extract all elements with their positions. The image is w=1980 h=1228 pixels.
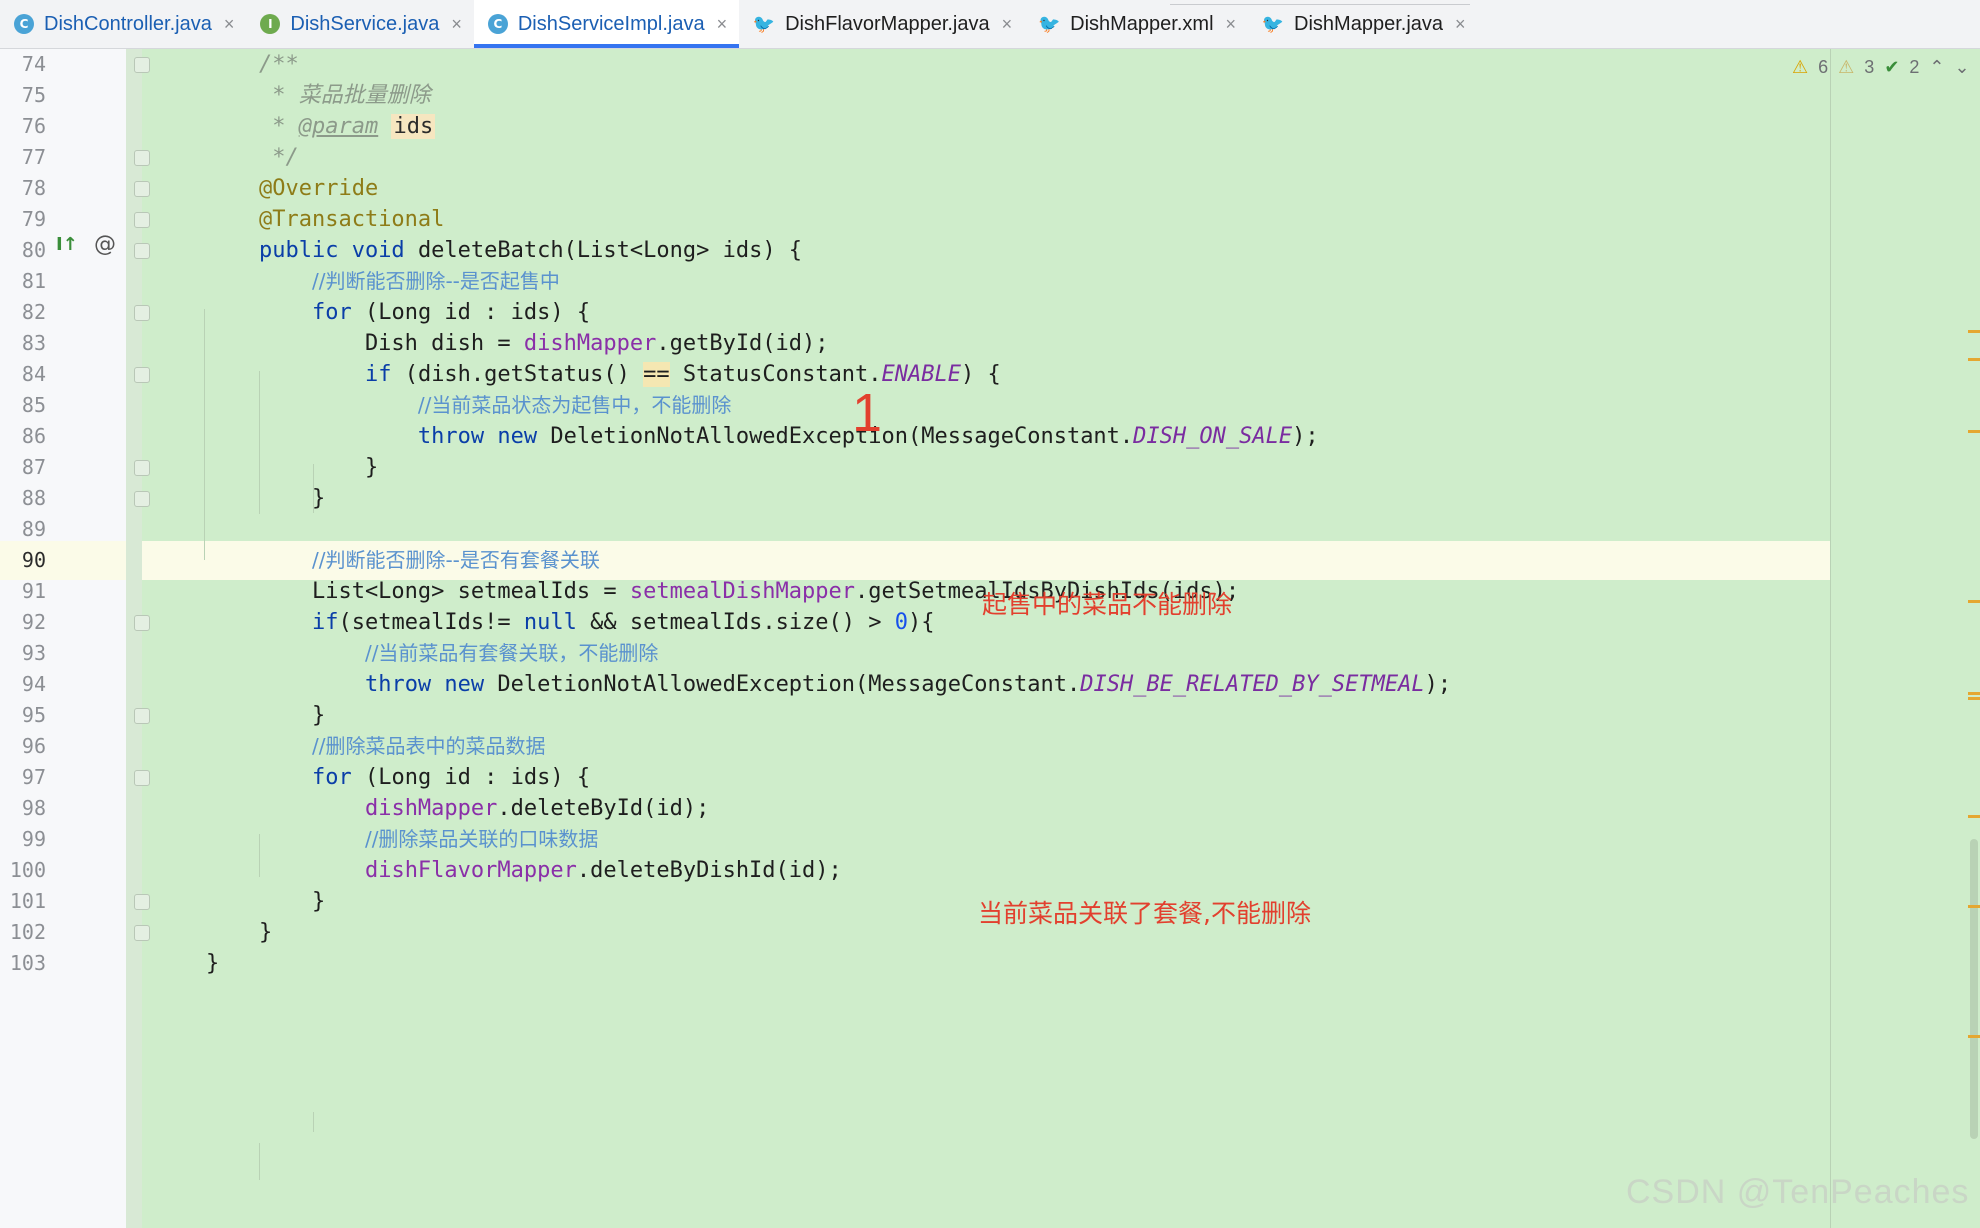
warning-icon: ⚠	[1792, 57, 1809, 77]
inspection-widget[interactable]: ⚠ 6 ⚠ 3 ✔ 2 ⌃ ⌄	[1792, 57, 1970, 78]
tab-dishservice-java[interactable]: I DishService.java ×	[246, 0, 473, 48]
tab-label: DishController.java	[44, 12, 212, 35]
fold-marker-icon[interactable]	[134, 708, 150, 724]
indent-guide	[313, 1112, 314, 1132]
tab-dishmapper-xml[interactable]: 🐦 DishMapper.xml ×	[1024, 0, 1248, 48]
fold-marker-icon[interactable]	[134, 925, 150, 941]
scrollbar-thumb[interactable]	[1970, 839, 1978, 1139]
fold-marker-icon[interactable]	[134, 243, 150, 259]
class-icon: C	[487, 14, 508, 34]
error-stripe-mark[interactable]	[1968, 600, 1980, 603]
weak-warning-icon: ⚠	[1838, 57, 1855, 77]
error-stripe-mark[interactable]	[1968, 815, 1980, 818]
top-divider	[1170, 0, 1470, 5]
tab-label: DishMapper.xml	[1070, 12, 1214, 35]
error-stripe-mark[interactable]	[1968, 430, 1980, 433]
error-stripe-mark[interactable]	[1968, 358, 1980, 361]
close-icon[interactable]: ×	[1455, 14, 1466, 35]
next-highlight-icon[interactable]: ⌄	[1955, 57, 1970, 78]
typo-count[interactable]: 2	[1909, 57, 1919, 78]
code-line[interactable]: }	[206, 479, 325, 518]
close-icon[interactable]: ×	[717, 14, 728, 35]
fold-marker-icon[interactable]	[134, 367, 150, 383]
class-icon: C	[14, 14, 34, 34]
fold-marker-icon[interactable]	[134, 181, 150, 197]
tab-label: DishFlavorMapper.java	[785, 12, 990, 35]
close-icon[interactable]: ×	[1002, 14, 1013, 35]
code-line[interactable]: }	[206, 944, 219, 983]
code-line[interactable]: throw new DeletionNotAllowedException(Me…	[206, 665, 1451, 704]
editor-tab-bar: C DishController.java × I DishService.java × C…	[0, 0, 1980, 49]
indent-guide	[313, 464, 314, 513]
mybatis-icon: 🐦	[752, 13, 776, 35]
fold-marker-icon[interactable]	[134, 491, 150, 507]
fold-marker-icon[interactable]	[134, 460, 150, 476]
close-icon[interactable]: ×	[451, 14, 462, 35]
code-editor[interactable]: 74 75 76 77 78 79 80 I↑ @81 82 83 84 85 86 87 88 89 90 91 9…	[0, 49, 1980, 1228]
code-area[interactable]: /** * 菜品批量删除 * @param ids */ @Override @…	[0, 49, 1980, 1228]
fold-marker-icon[interactable]	[134, 615, 150, 631]
fold-marker-icon[interactable]	[134, 57, 150, 73]
error-stripe-mark[interactable]	[1968, 692, 1980, 695]
error-stripe-mark[interactable]	[1968, 330, 1980, 333]
warning-count[interactable]: 6	[1818, 57, 1828, 78]
indent-guide	[204, 309, 205, 560]
annotation-setmeal: 当前菜品关联了套餐,不能删除	[978, 899, 1311, 928]
tab-label: DishService.java	[290, 12, 440, 35]
tab-dishflavormapper-java[interactable]: 🐦 DishFlavorMapper.java ×	[739, 0, 1024, 48]
tab-dishmapper-java[interactable]: 🐦 DishMapper.java ×	[1248, 0, 1477, 48]
error-stripe-mark[interactable]	[1968, 905, 1980, 908]
tab-dishserviceimpl-java[interactable]: C DishServiceImpl.java ×	[473, 0, 740, 48]
tab-dishcontroller-java[interactable]: C DishController.java ×	[0, 0, 246, 48]
mybatis-icon: 🐦	[1037, 13, 1061, 35]
watermark: CSDN @TenPeaches	[1626, 1173, 1970, 1211]
interface-icon: I	[260, 14, 281, 34]
indent-guide	[259, 1143, 260, 1180]
previous-highlight-icon[interactable]: ⌃	[1929, 57, 1944, 78]
right-margin-guide	[1830, 49, 1831, 1228]
indent-guide	[259, 834, 260, 877]
close-icon[interactable]: ×	[1226, 14, 1237, 35]
annotation-number: 1	[852, 383, 883, 443]
fold-marker-icon[interactable]	[134, 212, 150, 228]
fold-marker-icon[interactable]	[134, 770, 150, 786]
annotation-on-sale: 起售中的菜品不能删除	[982, 590, 1233, 619]
mybatis-icon: 🐦	[1261, 13, 1285, 35]
error-stripe-mark[interactable]	[1968, 697, 1980, 700]
close-icon[interactable]: ×	[224, 14, 235, 35]
error-stripe-mark[interactable]	[1968, 1035, 1980, 1038]
weak-warning-count[interactable]: 3	[1864, 57, 1874, 78]
fold-marker-icon[interactable]	[134, 894, 150, 910]
tab-label: DishServiceImpl.java	[517, 12, 705, 35]
indent-guide	[259, 371, 260, 514]
typo-check-icon: ✔	[1884, 57, 1900, 77]
tab-label: DishMapper.java	[1294, 12, 1444, 35]
fold-marker-icon[interactable]	[134, 305, 150, 321]
fold-marker-icon[interactable]	[134, 150, 150, 166]
